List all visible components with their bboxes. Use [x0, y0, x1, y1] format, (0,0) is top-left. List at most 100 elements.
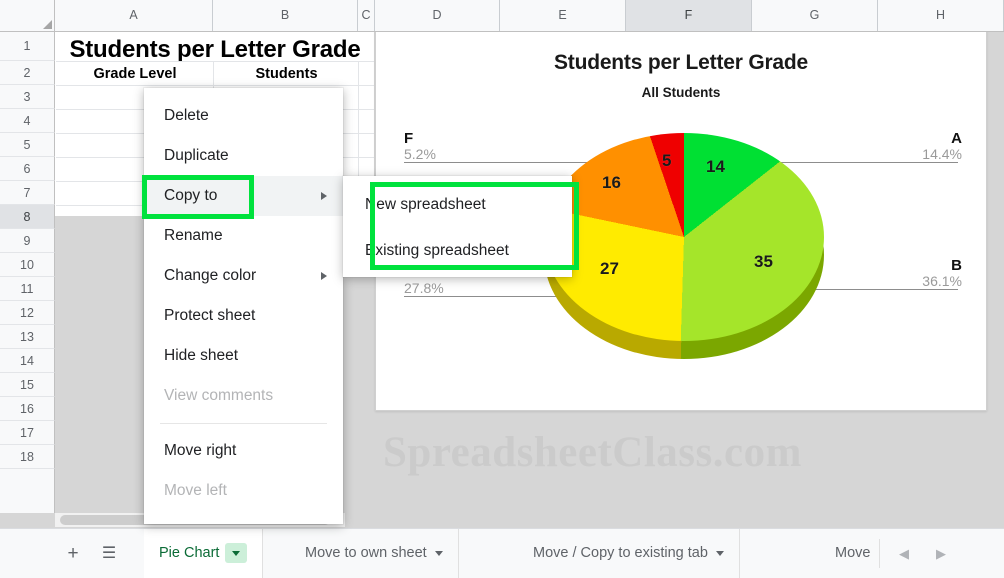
chevron-right-icon [321, 272, 327, 280]
row-header-18[interactable]: 18 [0, 445, 55, 469]
spreadsheet-app: Students per Letter Grade Grade Level St… [0, 0, 1004, 578]
select-all-triangle-icon [43, 20, 52, 29]
sheet-tab-pie-chart[interactable]: Pie Chart [144, 529, 264, 578]
submenu-item-existing-spreadsheet-label: Existing spreadsheet [365, 242, 509, 259]
menu-item-hide-sheet-label: Hide sheet [164, 347, 239, 364]
menu-item-move-left-label: Move left [164, 482, 227, 499]
column-header-d[interactable]: D [375, 0, 500, 31]
pie-label-f-percent: 5.2% [404, 146, 436, 162]
menu-item-copy-to[interactable]: Copy to [144, 176, 343, 216]
pie-value-c: 27 [600, 259, 619, 278]
menu-item-protect-sheet-label: Protect sheet [164, 307, 256, 324]
menu-item-duplicate-label: Duplicate [164, 147, 229, 164]
plus-icon[interactable]: + [62, 543, 84, 565]
pie-value-d: 16 [602, 173, 621, 192]
column-header-h[interactable]: H [878, 0, 1004, 31]
row-header-8[interactable]: 8 [0, 205, 55, 229]
column-header-a[interactable]: A [55, 0, 213, 31]
chevron-down-icon[interactable] [715, 550, 724, 556]
menu-top-spacer [144, 88, 343, 96]
menu-item-view-comments: View comments [144, 376, 343, 416]
row-header-11[interactable]: 11 [0, 277, 55, 301]
hamburger-icon[interactable]: ☰ [98, 543, 120, 565]
row-header-filler [0, 469, 55, 513]
sheet-tab-move-truncated[interactable]: Move [820, 529, 878, 578]
menu-item-move-right-label: Move right [164, 442, 237, 459]
sheet-tab-move-to-own-sheet[interactable]: Move to own sheet [290, 529, 459, 578]
row-header-15[interactable]: 15 [0, 373, 55, 397]
menu-item-rename-label: Rename [164, 227, 223, 244]
menu-item-move-right[interactable]: Move right [144, 431, 343, 471]
sheet-tab-move-to-own-sheet-label: Move to own sheet [305, 545, 427, 561]
cell-a1-title[interactable]: Students per Letter Grade [56, 32, 374, 62]
pie-label-b-percent: 36.1% [922, 273, 962, 289]
chevron-down-icon[interactable] [434, 550, 443, 556]
menu-item-duplicate[interactable]: Duplicate [144, 136, 343, 176]
select-all-corner[interactable] [0, 0, 55, 31]
cell-b2-students[interactable]: Students [214, 62, 359, 86]
menu-item-copy-to-label: Copy to [164, 187, 218, 204]
pie-label-a: A 14.4% [922, 131, 962, 163]
menu-item-view-comments-label: View comments [164, 387, 274, 404]
column-header-e[interactable]: E [500, 0, 626, 31]
row-header-10[interactable]: 10 [0, 253, 55, 277]
pie-label-f-name: F [404, 130, 414, 147]
row-header-1[interactable]: 1 [0, 31, 55, 61]
row-header-17[interactable]: 17 [0, 421, 55, 445]
row-header-16[interactable]: 16 [0, 397, 55, 421]
chevron-down-icon[interactable] [225, 543, 248, 564]
menu-separator [160, 423, 327, 424]
row-header-14[interactable]: 14 [0, 349, 55, 373]
menu-item-move-left: Move left [144, 471, 343, 511]
pie-value-a: 14 [706, 157, 725, 176]
pie-label-f: F 5.2% [404, 131, 436, 163]
row-header-12[interactable]: 12 [0, 301, 55, 325]
gridline [56, 61, 374, 62]
sheet-context-menu[interactable]: Delete Duplicate Copy to Rename Change c… [144, 88, 343, 524]
column-header-f[interactable]: F [626, 0, 752, 31]
sheet-tab-bar: + ☰ Pie Chart Move to own sheet Move / C… [0, 528, 1004, 578]
row-header-9[interactable]: 9 [0, 229, 55, 253]
tabbar-divider [879, 539, 880, 568]
pie-value-f: 5 [662, 151, 672, 170]
next-sheet-arrow-icon[interactable]: ▶ [924, 529, 958, 578]
row-header-6[interactable]: 6 [0, 157, 55, 181]
copy-to-submenu[interactable]: New spreadsheet Existing spreadsheet [343, 176, 572, 277]
row-header-4[interactable]: 4 [0, 109, 55, 133]
pie-label-b-name: B [951, 257, 962, 274]
sheet-tab-move-copy-existing[interactable]: Move / Copy to existing tab [518, 529, 740, 578]
watermark: SpreadsheetClass.com [383, 429, 802, 476]
prev-sheet-arrow-icon[interactable]: ◀ [887, 529, 921, 578]
chevron-right-icon [321, 192, 327, 200]
column-header-b[interactable]: B [213, 0, 358, 31]
menu-item-rename[interactable]: Rename [144, 216, 343, 256]
pie-value-b: 35 [754, 252, 773, 271]
chart-subtitle: All Students [641, 85, 721, 100]
menu-item-protect-sheet[interactable]: Protect sheet [144, 296, 343, 336]
sheet-tab-move-truncated-label: Move [835, 545, 871, 561]
menu-item-delete[interactable]: Delete [144, 96, 343, 136]
column-header-g[interactable]: G [752, 0, 878, 31]
pie-label-b: B 36.1% [922, 258, 962, 290]
sheet-tab-pie-chart-label: Pie Chart [159, 545, 220, 561]
column-header-row: A B C D E F G H [0, 0, 1004, 32]
row-header-5[interactable]: 5 [0, 133, 55, 157]
gridline [56, 85, 374, 86]
pie-label-a-percent: 14.4% [922, 146, 962, 162]
submenu-item-existing-spreadsheet[interactable]: Existing spreadsheet [343, 228, 572, 274]
menu-item-change-color-label: Change color [164, 267, 257, 284]
submenu-item-new-spreadsheet-label: New spreadsheet [365, 196, 486, 213]
menu-item-change-color[interactable]: Change color [144, 256, 343, 296]
row-header-3[interactable]: 3 [0, 85, 55, 109]
cell-a2-grade-level[interactable]: Grade Level [56, 62, 214, 86]
submenu-item-new-spreadsheet[interactable]: New spreadsheet [343, 182, 572, 228]
pie-graphic[interactable]: 14 35 27 16 5 [544, 117, 824, 367]
row-header-7[interactable]: 7 [0, 181, 55, 205]
sheet-tab-move-copy-existing-label: Move / Copy to existing tab [533, 545, 708, 561]
row-header-2[interactable]: 2 [0, 61, 55, 85]
menu-item-hide-sheet[interactable]: Hide sheet [144, 336, 343, 376]
row-header-13[interactable]: 13 [0, 325, 55, 349]
pie-label-c-percent: 27.8% [404, 280, 444, 296]
pie-slices [544, 133, 824, 341]
column-header-c[interactable]: C [358, 0, 375, 31]
